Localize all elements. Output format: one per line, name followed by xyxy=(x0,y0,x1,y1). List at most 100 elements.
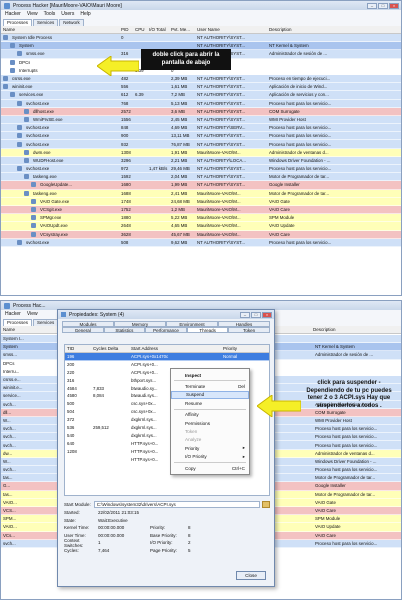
tab-token[interactable]: Token xyxy=(228,327,270,333)
bg-process-description: Windows Driver Foundation - ... xyxy=(315,458,377,464)
col-description[interactable]: Description xyxy=(267,27,401,32)
process-name: GoogleUpdate... xyxy=(40,182,72,188)
col-pid[interactable]: PID xyxy=(119,27,133,32)
dialog-maximize-button[interactable]: □ xyxy=(251,311,261,318)
table-row[interactable]: WUDFHost.exe 3296 2,21 MB NT AUTHORITY\LOCA… xyxy=(1,156,401,165)
col-cycles-delta[interactable]: Cycles Delta xyxy=(91,346,129,351)
table-row[interactable]: System Idle Process 0 NT AUTHORITY\SYST... xyxy=(1,34,401,43)
col-name[interactable]: Name xyxy=(1,27,119,32)
menu-help[interactable]: Help xyxy=(80,11,90,17)
process-name-cell: System Idle Process xyxy=(1,35,119,41)
tab-performance[interactable]: Performance xyxy=(145,327,187,333)
menu-item-inspect[interactable]: Inspect xyxy=(171,371,249,379)
process-description: Proceso host para los servicio... xyxy=(269,239,332,245)
menu-tools[interactable]: Tools xyxy=(44,11,56,17)
folder-icon[interactable] xyxy=(262,501,270,508)
bg-tab-services[interactable]: Services xyxy=(33,319,59,326)
table-row[interactable]: VAIOUpdt.exe 2648 4,65 MB MauriMoore-VAIO\M… xyxy=(1,222,401,231)
start-module-field[interactable]: C:\Windows\system32\drivers\ACPI.sys xyxy=(93,501,260,508)
menu-item-suspend[interactable]: Suspend xyxy=(171,390,249,400)
detail-line: State: Wait:Executive xyxy=(64,517,270,525)
table-row[interactable]: svchost.exe 900 13,11 MB NT AUTHORITY\SYST.… xyxy=(1,132,401,141)
close-dialog-button[interactable]: Close xyxy=(236,571,266,580)
detail-value: 00:00:00.000 xyxy=(98,532,125,538)
table-row[interactable]: VCSgit.exe 1752 1,2 MB MauriMoore-VAIO\M...… xyxy=(1,205,401,215)
table-row[interactable]: svchost.exe 508 9,62 MB NT AUTHORITY\SYST..… xyxy=(1,238,401,247)
bg-menu-hacker[interactable]: Hacker xyxy=(5,311,21,317)
menu-item-copy[interactable]: Copy Ctrl+C xyxy=(171,464,249,472)
table-row[interactable]: svchost.exe 932 76,87 MB NT AUTHORITY\SYST.… xyxy=(1,140,401,149)
process-user-name: NT AUTHORITY\SYST... xyxy=(197,43,245,49)
table-row[interactable]: services.exe 612 6.39 7,2 MB NT AUTHORITY\SY… xyxy=(1,91,401,100)
menu-item-affinity[interactable]: Affinity xyxy=(171,411,249,419)
process-name: svchost.exe xyxy=(26,133,50,139)
process-icon xyxy=(17,100,22,106)
process-user-name: NT AUTHORITY\SYST... xyxy=(197,108,245,114)
close-button[interactable]: × xyxy=(389,2,399,9)
bg-tab-processes[interactable]: Processes xyxy=(3,319,33,326)
menu-item-resume[interactable]: Resume xyxy=(171,399,249,407)
col-io-total[interactable]: I/O Total xyxy=(147,27,169,32)
tab-threads[interactable]: Threads xyxy=(186,327,229,333)
bg-col-description[interactable]: Description xyxy=(311,327,401,332)
process-private-memory: 1,91 MB xyxy=(171,149,188,155)
col-private-memory[interactable]: Pvt. Me... xyxy=(169,27,195,32)
menu-item-priority[interactable]: Priority ▸ xyxy=(171,444,249,452)
table-row[interactable]: svchost.exe 768 5,13 MB NT AUTHORITY\SYST..… xyxy=(1,99,401,108)
col-cpu[interactable]: CPU xyxy=(133,27,147,32)
table-row[interactable]: VCsystray.exe 3628 45,67 MB MauriMoore-VAIO… xyxy=(1,230,401,239)
tab-statistics[interactable]: Statistics xyxy=(103,327,146,333)
table-row[interactable]: WmiPrvSE.exe 1556 2,45 MB NT AUTHORITY\SYST… xyxy=(1,115,401,125)
col-start-address[interactable]: Start Address xyxy=(129,346,221,351)
table-row[interactable]: GoogleUpdate... 1680 1,99 MB NT AUTHORITY\S… xyxy=(1,181,401,190)
col-priority[interactable]: Priority xyxy=(221,346,269,351)
table-row[interactable]: svchost.exe 848 4,69 MB NT AUTHORITY\SERV..… xyxy=(1,124,401,133)
process-icon xyxy=(24,190,29,196)
menu-hacker[interactable]: Hacker xyxy=(5,11,21,17)
table-row[interactable]: dllhost.exe 2572 3,6 MB NT AUTHORITY\SYST..… xyxy=(1,107,401,116)
bg-window-title: Process Hac... xyxy=(13,302,46,309)
process-private-memory: 1,99 MB xyxy=(171,182,188,188)
process-name: SPMgr.exe xyxy=(40,215,62,221)
dialog-minimize-button[interactable]: – xyxy=(240,311,250,318)
thread-row[interactable]: 196 ACPI.sys+0x1470c Normal xyxy=(65,353,269,361)
process-name: csrss.exe xyxy=(12,76,31,82)
bg-col-name[interactable]: Name xyxy=(1,327,61,332)
menu-item-label: Affinity xyxy=(185,412,199,418)
table-row[interactable]: taskeng.exe 1688 2,41 MB MauriMoore-VAIO\M.… xyxy=(1,189,401,198)
col-user-name[interactable]: User Name xyxy=(195,27,267,32)
table-row[interactable]: VAIO Gate.exe 1748 24,68 MB MauriMoore-VAIO… xyxy=(1,197,401,206)
bg-process-description: Proceso host para los servicio... xyxy=(315,434,378,440)
menu-item-terminate[interactable]: Terminate Del xyxy=(171,382,249,390)
table-row[interactable]: SPMgr.exe 1880 5,22 MB MauriMoore-VAIO\M...… xyxy=(1,214,401,223)
bg-menu-view[interactable]: View xyxy=(27,311,38,317)
process-icon xyxy=(24,174,29,180)
process-user-name: NT AUTHORITY\SYST... xyxy=(197,76,245,82)
process-hacker-background-window: Process Hac... Hacker View Processes Ser… xyxy=(0,300,402,600)
table-row[interactable]: wininit.exe 556 1,61 MB NT AUTHORITY\SYST..… xyxy=(1,83,401,92)
maximize-button[interactable]: □ xyxy=(378,2,388,9)
bg-process-description: VAIO Care xyxy=(315,532,336,538)
menu-view[interactable]: View xyxy=(27,11,38,17)
table-row[interactable]: dwm.exe 1308 1,91 MB MauriMoore-VAIO\M... Ad… xyxy=(1,148,401,157)
tab-processes[interactable]: Processes xyxy=(3,19,33,26)
dialog-close-button[interactable]: × xyxy=(262,311,272,318)
menu-item-i-o-priority[interactable]: I/O Priority ▸ xyxy=(171,453,249,461)
table-row[interactable]: svchost.exe 972 1,47 kB/s 29,46 MB NT AUTHOR… xyxy=(1,165,401,174)
menu-users[interactable]: Users xyxy=(61,11,74,17)
process-name-cell: dwm.exe xyxy=(1,149,119,155)
process-icon xyxy=(31,231,36,237)
tab-general[interactable]: General xyxy=(62,327,104,333)
tab-network[interactable]: Network xyxy=(59,19,84,26)
bg-process-description: Proceso host para los servicio... xyxy=(315,540,378,546)
process-icon xyxy=(3,35,8,41)
thread-tid: 540 xyxy=(67,432,75,438)
detail-value: 22/02/2011 21:03:15 xyxy=(98,510,139,516)
col-tid[interactable]: TID xyxy=(65,346,91,351)
table-row[interactable]: taskeng.exe 1592 2,04 MB NT AUTHORITY\SYST.… xyxy=(1,173,401,182)
table-row[interactable]: csrss.exe 482 2,39 MB NT AUTHORITY\SYST... P… xyxy=(1,74,401,84)
minimize-button[interactable]: – xyxy=(367,2,377,9)
menu-item-permissions[interactable]: Permissions xyxy=(171,419,249,427)
menu-item-label: Terminate xyxy=(185,384,206,390)
tab-services[interactable]: Services xyxy=(33,19,59,26)
